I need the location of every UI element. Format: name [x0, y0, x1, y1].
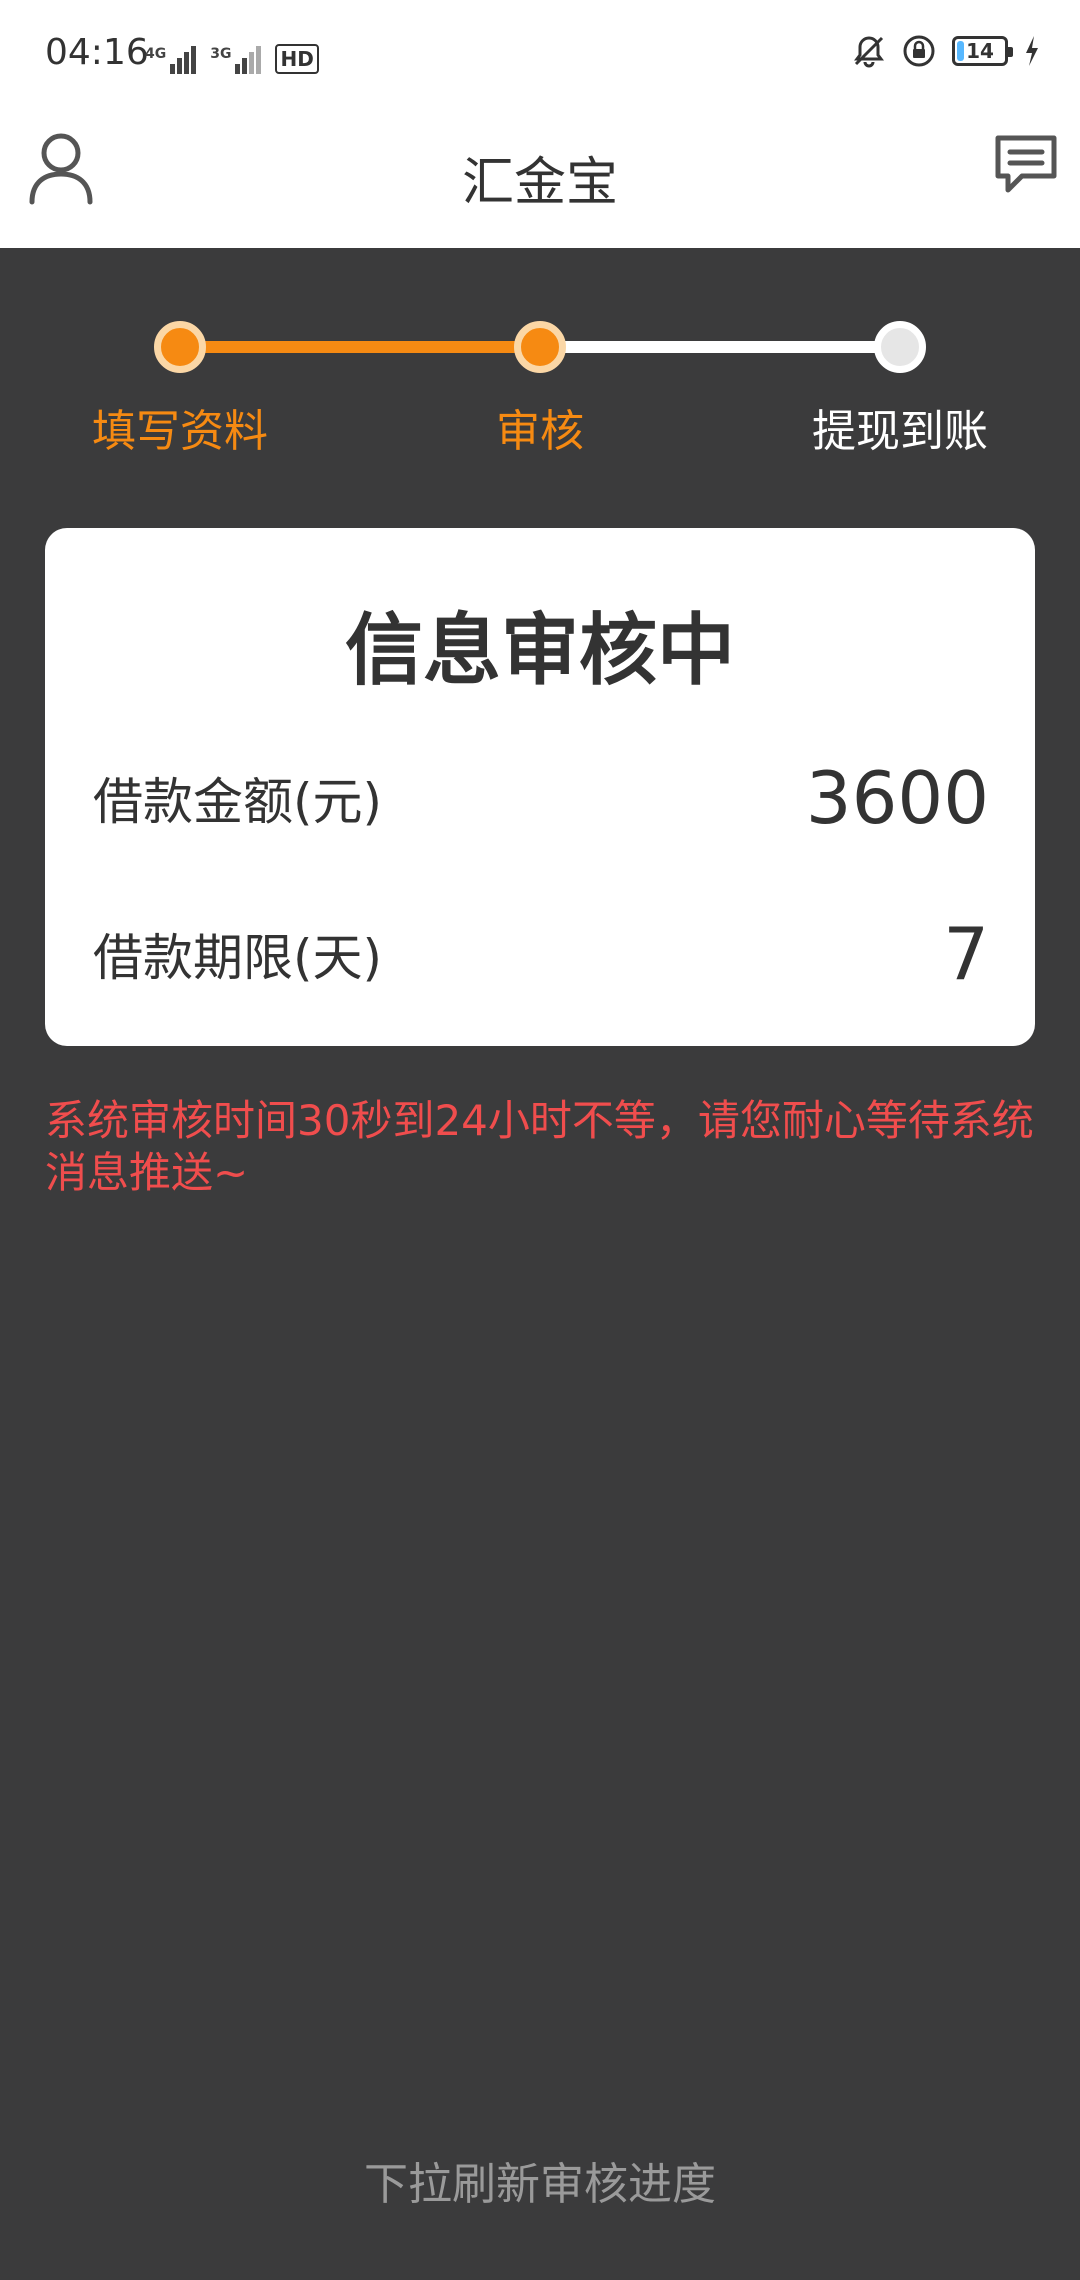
signal-4g-icon: 4G: [145, 46, 197, 74]
loan-amount-row: 借款金额(元) 3600: [93, 756, 989, 840]
loan-term-value: 7: [943, 912, 989, 996]
status-right: 14: [852, 34, 1040, 68]
step-dot-3: [874, 321, 926, 373]
pull-to-refresh-hint: 下拉刷新审核进度: [364, 2159, 716, 2210]
hd-voice-icon: HD: [275, 44, 319, 74]
step-label-3: 提现到账: [812, 406, 988, 457]
bell-muted-icon: [854, 36, 884, 68]
step-line-pending: [540, 341, 900, 353]
loan-term-row: 借款期限(天) 7: [93, 912, 989, 996]
message-icon: [995, 135, 1057, 193]
rotation-lock-icon: [903, 35, 935, 67]
battery-level: [957, 41, 964, 61]
app-header: 汇金宝: [0, 110, 1080, 248]
step-label-2: 审核: [496, 406, 584, 457]
battery-icon: 14: [952, 36, 1013, 66]
network-indicators: 4G 3G HD: [145, 34, 319, 74]
net-type-label: 3G: [210, 46, 232, 62]
step-dot-2: [514, 321, 566, 373]
loan-amount-value: 3600: [805, 756, 989, 840]
messages-button[interactable]: [992, 132, 1060, 202]
loan-term-label: 借款期限(天): [93, 929, 383, 987]
net-type-label: 4G: [145, 46, 167, 62]
step-line-done: [180, 341, 540, 353]
status-time: 04:16: [45, 32, 149, 73]
page-title: 汇金宝: [461, 153, 618, 213]
step-label-1: 填写资料: [92, 406, 268, 457]
charging-icon: [1026, 36, 1038, 66]
loan-amount-label: 借款金额(元): [93, 773, 383, 831]
status-bar: 04:16 4G 3G HD 14: [0, 0, 1080, 110]
battery-percent: 14: [966, 39, 994, 63]
card-title: 信息审核中: [344, 606, 735, 696]
review-status-card: 信息审核中 借款金额(元) 3600 借款期限(天) 7: [45, 528, 1035, 1046]
signal-3g-icon: 3G: [210, 46, 262, 74]
step-dot-1: [154, 321, 206, 373]
review-notice: 系统审核时间30秒到24小时不等，请您耐心等待系统消息推送~: [45, 1096, 1034, 1197]
